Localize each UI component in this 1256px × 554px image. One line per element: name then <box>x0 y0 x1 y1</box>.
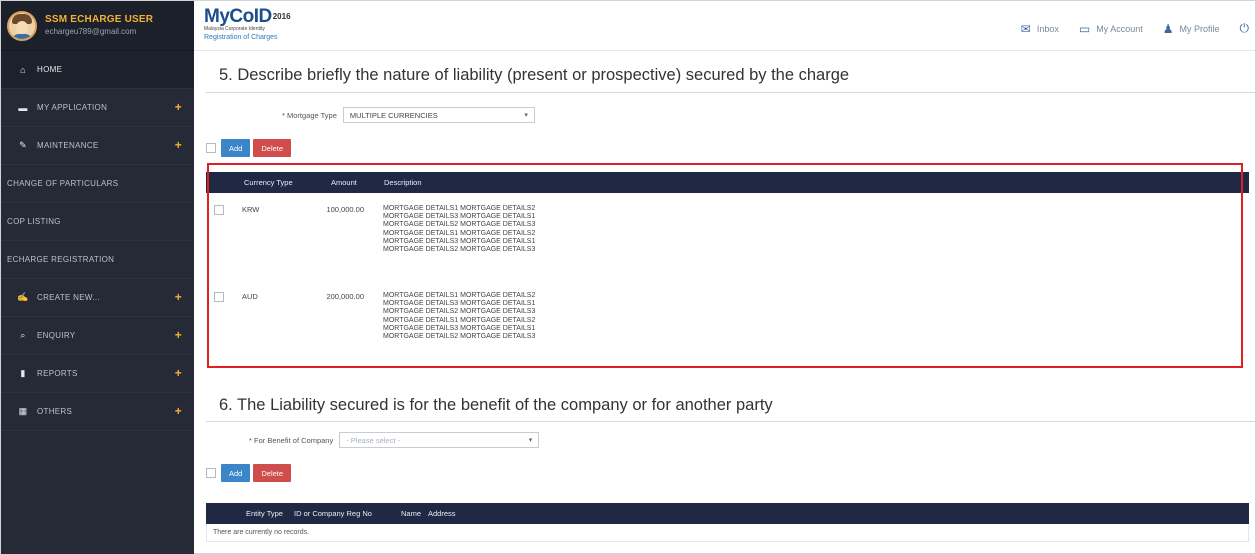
avatar[interactable] <box>7 10 37 41</box>
envelope-icon: ✉ <box>1020 21 1031 36</box>
logo-year: 2016 <box>272 12 291 21</box>
sidebar-item-maintenance[interactable]: ✎ MAINTENANCE + <box>1 127 194 165</box>
logo-text: MyCoID <box>204 6 272 28</box>
expand-plus-icon[interactable]: + <box>175 291 182 303</box>
col-address: Address <box>428 509 456 518</box>
sidebar-item-cop-listing[interactable]: COP LISTING <box>1 203 194 241</box>
highlight-box <box>207 163 1243 368</box>
top-bar: MyCoID2016 Malaysia Corporate Identity R… <box>194 1 1255 51</box>
add-button[interactable]: Add <box>221 464 251 482</box>
app-logo[interactable]: MyCoID2016 Malaysia Corporate Identity R… <box>204 6 291 42</box>
home-icon: ⌂ <box>20 64 26 75</box>
search-icon: ⌕ <box>20 330 26 340</box>
sidebar-item-create-new[interactable]: ✍ CREATE NEW... + <box>1 279 194 317</box>
app-window: SSM ECHARGE USER echargeu789@gmail.com ⌂… <box>0 0 1256 554</box>
mortgage-type-select[interactable]: MULTIPLE CURRENCIES ▾ <box>342 107 535 123</box>
sidebar-item-label: ECHARGE REGISTRATION <box>7 255 115 264</box>
my-account-label: My Account <box>1096 23 1143 34</box>
inbox-label: Inbox <box>1036 23 1059 34</box>
credit-card-icon: ▭ <box>1078 21 1091 36</box>
section-6-title: 6. The Liability secured is for the bene… <box>219 396 773 414</box>
logo-tagline: Malaysia Corporate Identity <box>204 26 265 33</box>
mortgage-type-row: * Mortgage Type MULTIPLE CURRENCIES ▾ <box>282 107 535 123</box>
edit-icon: ✍ <box>17 292 29 302</box>
my-profile-link[interactable]: ♟ My Profile <box>1163 23 1220 35</box>
section-5-actions: Add Delete <box>206 139 294 157</box>
sidebar-item-label: MAINTENANCE <box>37 141 99 150</box>
sidebar-item-echarge-registration[interactable]: ECHARGE REGISTRATION <box>1 241 194 279</box>
expand-plus-icon[interactable]: + <box>175 405 182 417</box>
sidebar-item-change-of-particulars[interactable]: CHANGE OF PARTICULARS <box>1 165 194 203</box>
benefit-placeholder: - Please select - <box>346 435 400 445</box>
expand-plus-icon[interactable]: + <box>175 101 182 113</box>
logo-subtitle: Registration of Charges <box>204 34 278 42</box>
user-name: SSM ECHARGE USER <box>45 14 154 26</box>
section-6-actions: Add Delete <box>206 464 294 482</box>
col-entity-type: Entity Type <box>246 509 283 518</box>
section-5-title: 5. Describe briefly the nature of liabil… <box>219 66 850 84</box>
benefit-row: * For Benefit of Company - Please select… <box>249 432 540 448</box>
delete-button[interactable]: Delete <box>253 464 292 482</box>
sidebar-nav: ⌂ HOME ▬ MY APPLICATION + ✎ MAINTENANCE … <box>1 51 194 431</box>
user-icon: ♟ <box>1162 21 1174 36</box>
sidebar-item-reports[interactable]: ▮ REPORTS + <box>1 355 194 393</box>
wrench-icon: ✎ <box>19 140 27 150</box>
expand-plus-icon[interactable]: + <box>175 139 182 151</box>
inbox-link[interactable]: ✉ Inbox <box>1021 23 1059 35</box>
sidebar-item-label: REPORTS <box>37 369 78 378</box>
sidebar-item-label: CHANGE OF PARTICULARS <box>7 179 119 188</box>
sidebar-item-enquiry[interactable]: ⌕ ENQUIRY + <box>1 317 194 355</box>
calendar-icon: ▦ <box>18 406 28 416</box>
add-button[interactable]: Add <box>221 139 251 157</box>
user-panel: SSM ECHARGE USER echargeu789@gmail.com <box>1 1 194 51</box>
expand-plus-icon[interactable]: + <box>175 367 182 379</box>
benefit-select[interactable]: - Please select - ▾ <box>339 432 540 448</box>
chevron-down-icon: ▾ <box>528 437 533 444</box>
user-email: echargeu789@gmail.com <box>45 27 137 37</box>
sidebar-item-label: MY APPLICATION <box>37 103 108 112</box>
bookmark-icon: ▮ <box>20 368 26 378</box>
sidebar-item-label: CREATE NEW... <box>37 293 100 302</box>
sidebar-item-label: COP LISTING <box>7 217 61 226</box>
sidebar-item-label: OTHERS <box>37 407 73 416</box>
select-all-checkbox[interactable] <box>206 468 216 478</box>
sidebar: SSM ECHARGE USER echargeu789@gmail.com ⌂… <box>1 1 194 554</box>
benefit-label: * For Benefit of Company <box>249 435 334 445</box>
expand-plus-icon[interactable]: + <box>175 329 182 341</box>
delete-button[interactable]: Delete <box>253 139 292 157</box>
folder-icon: ▬ <box>18 102 28 113</box>
divider <box>206 421 1255 422</box>
mortgage-type-label: * Mortgage Type <box>282 110 337 120</box>
main-content: 5. Describe briefly the nature of liabil… <box>194 52 1255 553</box>
top-nav: ✉ Inbox ▭ My Account ♟ My Profile ⏻ <box>1001 21 1249 36</box>
sidebar-item-label: HOME <box>37 65 63 74</box>
my-profile-label: My Profile <box>1179 23 1220 34</box>
col-name: Name <box>401 509 422 518</box>
power-icon[interactable]: ⏻ <box>1240 21 1250 36</box>
mortgage-type-value: MULTIPLE CURRENCIES <box>349 110 438 120</box>
sidebar-item-my-application[interactable]: ▬ MY APPLICATION + <box>1 89 194 127</box>
empty-records-row: There are currently no records. <box>206 524 1249 542</box>
party-table-header: Entity Type ID or Company Reg No Name Ad… <box>206 503 1249 524</box>
sidebar-item-label: ENQUIRY <box>37 331 76 340</box>
chevron-down-icon: ▾ <box>524 112 528 119</box>
select-all-checkbox[interactable] <box>206 143 216 153</box>
sidebar-item-others[interactable]: ▦ OTHERS + <box>1 393 194 431</box>
sidebar-item-home[interactable]: ⌂ HOME <box>1 51 194 89</box>
col-id-reg-no: ID or Company Reg No <box>294 509 372 518</box>
divider <box>206 92 1255 93</box>
my-account-link[interactable]: ▭ My Account <box>1079 23 1143 35</box>
